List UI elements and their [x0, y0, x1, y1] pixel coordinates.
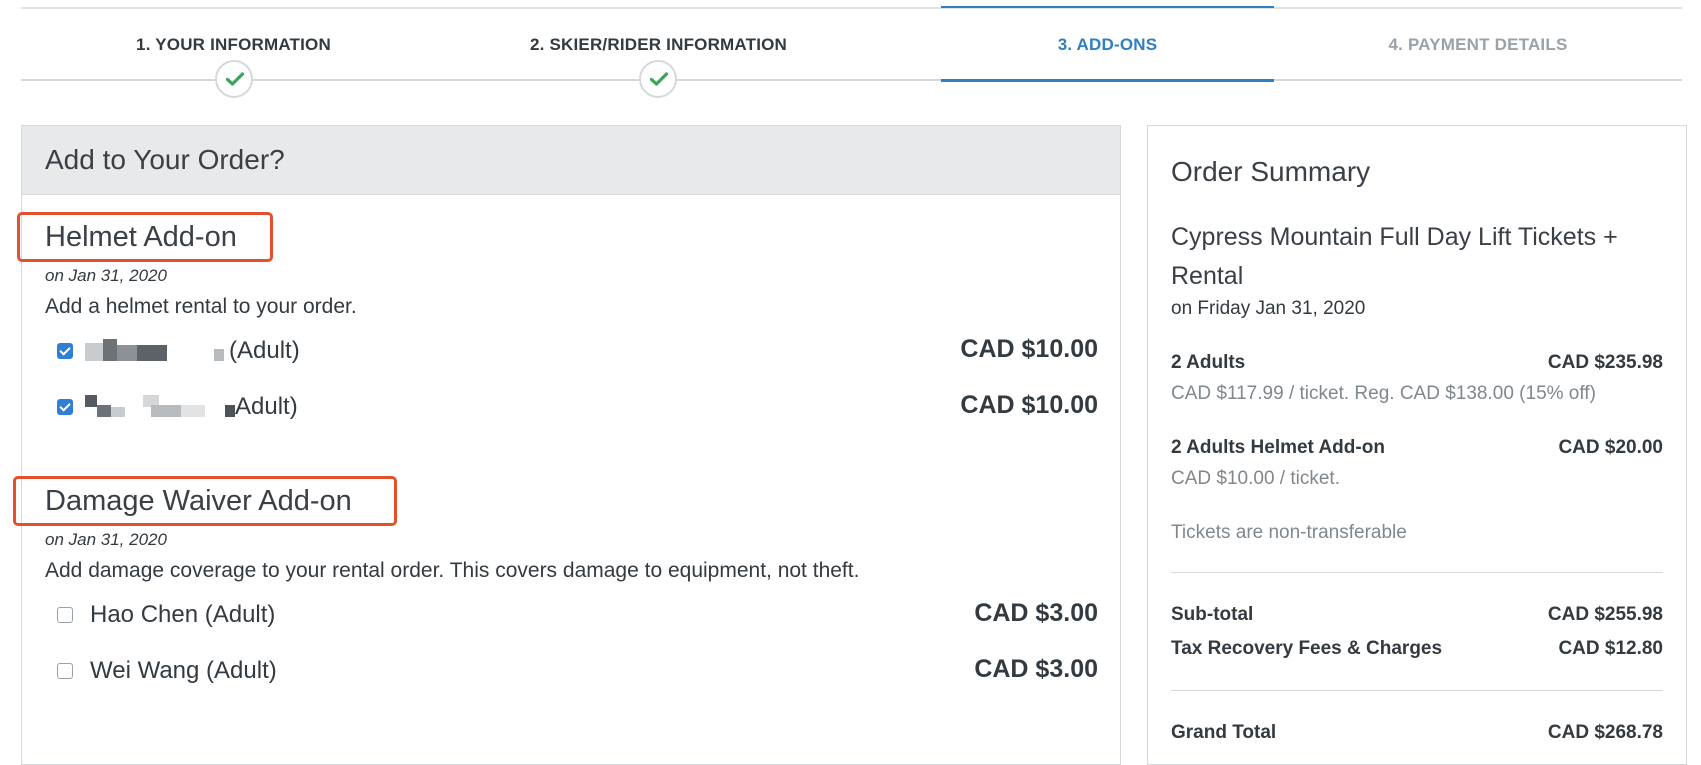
redacted-name: [85, 339, 225, 363]
damage-waiver-add-on-description: Add damage coverage to your rental order…: [45, 559, 860, 582]
subtotal-label: Sub-total: [1171, 604, 1254, 625]
helmet-price: CAD $10.00: [960, 391, 1098, 419]
damage-waiver-row[interactable]: Wei Wang (Adult) CAD $3.00: [22, 651, 1120, 691]
participant-name: Adult): [235, 393, 298, 420]
helmet-checkbox[interactable]: [57, 399, 73, 415]
active-step-top-indicator: [941, 6, 1274, 8]
damage-waiver-price: CAD $3.00: [974, 599, 1098, 627]
grand-total-label: Grand Total: [1171, 722, 1277, 743]
line-item-amount: CAD $235.98: [1547, 352, 1663, 373]
step-skier-rider-information[interactable]: 2. SKIER/RIDER INFORMATION: [446, 0, 871, 100]
participant-name: Hao Chen (Adult): [90, 601, 276, 628]
damage-waiver-checkbox[interactable]: [57, 607, 73, 623]
step-label: 3. ADD-ONS: [1057, 35, 1158, 54]
step-label: 2. SKIER/RIDER INFORMATION: [529, 35, 788, 54]
checkmark-icon: [215, 60, 253, 98]
helmet-checkbox[interactable]: [57, 343, 73, 359]
event-name: Cypress Mountain Full Day Lift Tickets +…: [1171, 223, 1618, 290]
line-item-detail: CAD $10.00 / ticket.: [1171, 468, 1340, 489]
helmet-add-on-section: Helmet Add-on on Jan 31, 2020 Add a helm…: [17, 212, 1120, 432]
order-summary-title: Order Summary: [1171, 156, 1371, 187]
damage-waiver-add-on-section: Damage Waiver Add-on on Jan 31, 2020 Add…: [13, 476, 1120, 716]
helmet-add-on-title: Helmet Add-on: [45, 221, 237, 253]
helmet-add-on-date: on Jan 31, 2020: [45, 266, 167, 285]
step-label: 4. PAYMENT DETAILS: [1388, 35, 1568, 54]
step-label: 1. YOUR INFORMATION: [136, 35, 331, 54]
add-ons-panel: Add to Your Order? Helmet Add-on on Jan …: [13, 125, 1121, 765]
add-ons-header: Add to Your Order?: [22, 126, 1120, 195]
damage-waiver-checkbox[interactable]: [57, 663, 73, 679]
line-item-amount: CAD $20.00: [1558, 437, 1663, 458]
active-step-indicator: [941, 79, 1274, 82]
damage-waiver-add-on-date: on Jan 31, 2020: [45, 530, 167, 549]
add-ons-heading: Add to Your Order?: [45, 144, 285, 175]
order-summary-panel: Order Summary Cypress Mountain Full Day …: [1147, 125, 1687, 765]
participant-name: Wei Wang (Adult): [90, 657, 277, 684]
line-item-label: 2 Adults Helmet Add-on: [1171, 437, 1385, 458]
line-item-label: 2 Adults: [1171, 352, 1246, 373]
helmet-row[interactable]: (Adult) CAD $10.00: [22, 331, 1120, 371]
step-payment-details: 4. PAYMENT DETAILS: [1274, 0, 1682, 100]
line-item-detail: CAD $117.99 / ticket. Reg. CAD $138.00 (…: [1171, 383, 1596, 404]
fees-amount: CAD $12.80: [1558, 638, 1663, 659]
damage-waiver-row[interactable]: Hao Chen (Adult) CAD $3.00: [22, 595, 1120, 635]
helmet-add-on-description: Add a helmet rental to your order.: [45, 295, 357, 318]
non-transferable-note: Tickets are non-transferable: [1171, 522, 1407, 543]
summary-divider: [1171, 572, 1663, 573]
subtotal-amount: CAD $255.98: [1547, 604, 1663, 625]
summary-divider: [1171, 690, 1663, 691]
helmet-price: CAD $10.00: [960, 335, 1098, 363]
step-your-information[interactable]: 1. YOUR INFORMATION: [21, 0, 446, 100]
damage-waiver-add-on-title: Damage Waiver Add-on: [45, 485, 352, 517]
event-date: on Friday Jan 31, 2020: [1171, 298, 1366, 319]
step-add-ons[interactable]: 3. ADD-ONS: [941, 0, 1274, 100]
damage-waiver-price: CAD $3.00: [974, 655, 1098, 683]
redacted-name: [85, 395, 235, 419]
checkmark-icon: [639, 60, 677, 98]
participant-name: (Adult): [229, 337, 300, 364]
grand-total-amount: CAD $268.78: [1547, 722, 1663, 743]
checkout-stepper: 1. YOUR INFORMATION 2. SKIER/RIDER INFOR…: [21, 0, 1682, 100]
helmet-row[interactable]: Adult) CAD $10.00: [22, 387, 1120, 427]
fees-label: Tax Recovery Fees & Charges: [1171, 638, 1443, 659]
